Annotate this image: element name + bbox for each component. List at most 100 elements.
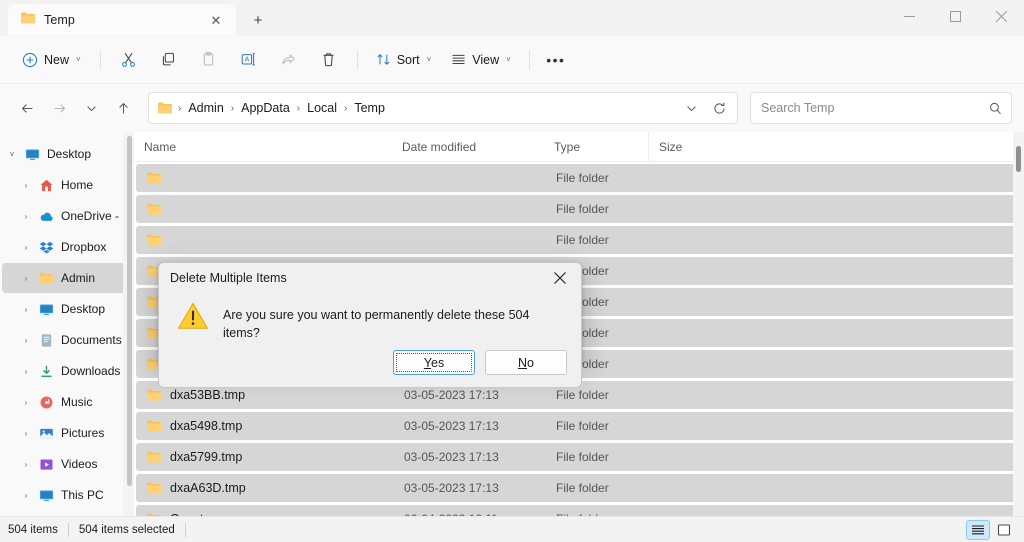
table-row[interactable]: dxa5498.tmp03-05-2023 17:13File folder	[136, 412, 1022, 440]
details-view-icon[interactable]	[966, 520, 990, 540]
paste-icon[interactable]	[190, 44, 228, 76]
search-box[interactable]	[750, 92, 1012, 124]
chevron-right-icon[interactable]: ›	[16, 460, 36, 469]
title-bar: Temp ✕ +	[0, 0, 1024, 36]
dialog-close-icon[interactable]	[539, 263, 581, 293]
sidebar-item-label: Videos	[61, 457, 97, 471]
file-list-scrollbar-thumb[interactable]	[1016, 146, 1021, 172]
up-button[interactable]	[108, 93, 138, 123]
yes-rest: es	[431, 356, 444, 370]
chevron-right-icon[interactable]: ›	[16, 367, 36, 376]
breadcrumb-item-local[interactable]: Local	[302, 98, 342, 118]
svg-text:A: A	[245, 57, 250, 64]
file-type-cell: File folder	[546, 450, 650, 464]
sidebar-item-downloads[interactable]: ›Downloads	[2, 356, 130, 386]
column-header-size[interactable]: Size	[648, 132, 738, 162]
large-icons-view-icon[interactable]	[992, 520, 1016, 540]
sidebar-item-libraries[interactable]: ›Libraries	[2, 511, 130, 516]
delete-confirmation-dialog: Delete Multiple Items Are you sure you w…	[158, 262, 582, 388]
maximize-button[interactable]	[932, 0, 978, 32]
chevron-right-icon[interactable]: ›	[16, 181, 36, 190]
chevron-right-icon[interactable]: ›	[16, 274, 36, 283]
see-more-button[interactable]: •••	[539, 44, 573, 76]
minimize-button[interactable]	[886, 0, 932, 32]
chevron-right-icon[interactable]: ›	[16, 212, 36, 221]
chevron-right-icon[interactable]: ›	[16, 336, 36, 345]
table-row[interactable]: File folder	[136, 226, 1022, 254]
rename-icon[interactable]: A	[230, 44, 268, 76]
sidebar-item-desktop[interactable]: ›Desktop	[2, 294, 130, 324]
videos-icon	[36, 457, 56, 472]
table-row[interactable]: dxa5799.tmp03-05-2023 17:13File folder	[136, 443, 1022, 471]
sidebar-item-home[interactable]: ›Home	[2, 170, 130, 200]
table-row[interactable]: dxaA63D.tmp03-05-2023 17:13File folder	[136, 474, 1022, 502]
view-button[interactable]: View ˅	[442, 44, 520, 76]
downloads-icon	[36, 364, 56, 379]
chevron-down-icon[interactable]: ˅	[2, 150, 22, 159]
tab-temp[interactable]: Temp ✕	[8, 4, 236, 36]
new-tab-button[interactable]: +	[246, 8, 270, 32]
close-button[interactable]	[978, 0, 1024, 32]
sidebar-item-pictures[interactable]: ›Pictures	[2, 418, 130, 448]
breadcrumb-bar[interactable]: › Admin › AppData › Local › Temp	[148, 92, 738, 124]
chevron-down-icon: ˅	[76, 55, 81, 64]
sidebar-item-dropbox[interactable]: ›Dropbox	[2, 232, 130, 262]
no-button[interactable]: No	[485, 350, 567, 375]
new-button[interactable]: New ˅	[12, 44, 91, 76]
delete-icon[interactable]	[310, 44, 348, 76]
yes-button[interactable]: Yes	[393, 350, 475, 375]
sidebar-item-desktop[interactable]: ˅Desktop	[2, 139, 130, 169]
sidebar-item-admin[interactable]: › Admin	[2, 263, 130, 293]
sidebar-item-label: Admin	[61, 271, 95, 285]
window-controls	[886, 0, 1024, 32]
sidebar-item-this-pc[interactable]: › This PC	[2, 480, 130, 510]
arrow-left-icon	[20, 101, 35, 116]
sort-icon	[376, 52, 391, 67]
status-selection-count: 504 items selected	[79, 524, 175, 536]
breadcrumb-item-admin[interactable]: Admin	[183, 98, 228, 118]
breadcrumb-item-appdata[interactable]: AppData	[236, 98, 295, 118]
table-row[interactable]: File folder	[136, 164, 1022, 192]
recent-locations-button[interactable]	[76, 93, 106, 123]
column-header-name[interactable]: Name	[134, 132, 392, 162]
sort-button[interactable]: Sort ˅	[367, 44, 441, 76]
view-toggle-group	[966, 520, 1016, 540]
chevron-right-icon[interactable]: ›	[16, 429, 36, 438]
sidebar-item-documents[interactable]: ›Documents	[2, 325, 130, 355]
column-header-type[interactable]: Type	[544, 132, 648, 162]
forward-button[interactable]	[44, 93, 74, 123]
table-row[interactable]: Gecata06-04-2023 16:11File folder	[136, 505, 1022, 516]
chevron-right-icon[interactable]: ›	[16, 305, 36, 314]
breadcrumb-dropdown-icon[interactable]	[677, 94, 705, 122]
share-icon[interactable]	[270, 44, 308, 76]
file-type-cell: File folder	[546, 419, 650, 433]
sort-button-label: Sort	[397, 53, 420, 67]
breadcrumb-separator: ›	[230, 103, 235, 114]
chevron-right-icon[interactable]: ›	[16, 398, 36, 407]
cut-icon[interactable]	[110, 44, 148, 76]
search-input[interactable]	[761, 101, 988, 115]
table-row[interactable]: File folder	[136, 195, 1022, 223]
plus-circle-icon	[22, 52, 38, 68]
column-header-date[interactable]: Date modified	[392, 132, 544, 162]
navigation-scrollbar-thumb[interactable]	[127, 136, 132, 486]
chevron-down-icon: ˅	[427, 55, 432, 64]
status-divider	[68, 523, 69, 537]
file-explorer-window: Temp ✕ + New ˅	[0, 0, 1024, 542]
copy-icon[interactable]	[150, 44, 188, 76]
chevron-right-icon[interactable]: ›	[16, 491, 36, 500]
file-name-label: Gecata	[170, 512, 210, 516]
sidebar-item-videos[interactable]: › Videos	[2, 449, 130, 479]
chevron-right-icon[interactable]: ›	[16, 243, 36, 252]
dialog-title: Delete Multiple Items	[170, 271, 287, 285]
refresh-icon[interactable]	[705, 94, 733, 122]
file-list-scrollbar-track[interactable]	[1013, 132, 1024, 516]
sidebar-item-label: This PC	[61, 488, 104, 502]
sidebar-item-music[interactable]: ›Music	[2, 387, 130, 417]
sidebar-item-onedrive-per[interactable]: ›OneDrive - Per	[2, 201, 130, 231]
back-button[interactable]	[12, 93, 42, 123]
file-name-cell: dxa53BB.tmp	[136, 388, 394, 402]
search-icon[interactable]	[988, 101, 1003, 116]
breadcrumb-item-temp[interactable]: Temp	[349, 98, 390, 118]
tab-close-icon[interactable]: ✕	[204, 8, 228, 32]
